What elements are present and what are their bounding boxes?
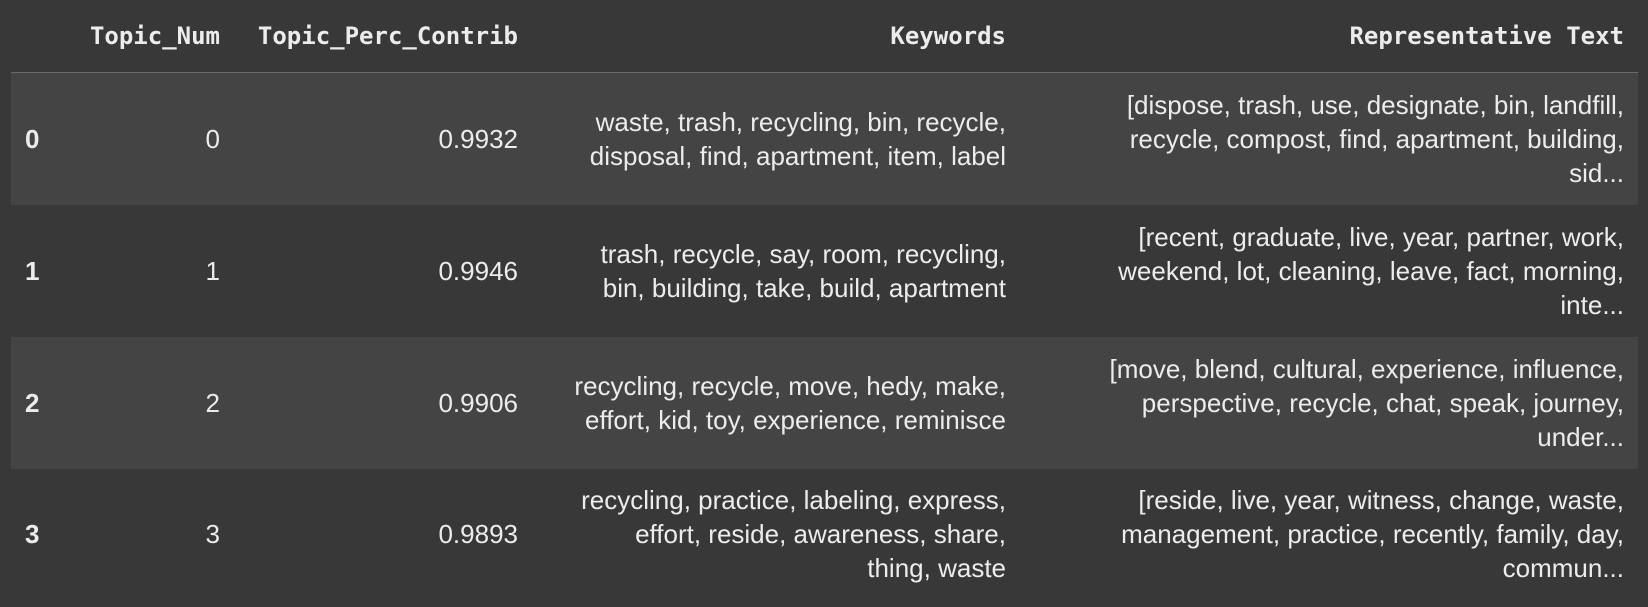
topic-num-cell: 0 [205,123,220,154]
rep-text-line: [reside, live, year, witness, change, wa… [1138,485,1624,515]
keywords-line: thing, waste [867,553,1006,583]
representative-text-cell: [move, blend, cultural, experience, infl… [1020,337,1638,469]
row-index: 0 [25,123,40,154]
keywords-cell: recycling, practice, labeling, express, e… [532,469,1020,600]
dataframe-output: Topic_Num Topic_Perc_Contrib Keywords Re… [11,0,1638,600]
representative-text-cell: [recent, graduate, live, year, partner, … [1020,205,1638,337]
index-header [11,0,71,73]
topic-perc-cell: 0.9946 [438,255,518,286]
topic-perc-cell: 0.9932 [438,123,518,154]
dataframe-table: Topic_Num Topic_Perc_Contrib Keywords Re… [11,0,1638,600]
rep-text-line: weekend, lot, cleaning, leave, fact, mor… [1118,255,1624,286]
keywords-cell: trash, recycle, say, room, recycling, bin… [532,205,1020,337]
rep-text-line: [dispose, trash, use, designate, bin, la… [1126,89,1624,120]
row-index: 3 [25,519,40,549]
rep-text-line: under... [1537,421,1624,452]
keywords-line: bin, building, take, build, apartment [602,272,1006,303]
rep-text-line: sid... [1569,157,1624,188]
keywords-line: waste, trash, recycling, bin, recycle, [595,106,1006,137]
rep-text-line: inte... [1560,289,1624,320]
keywords-line: effort, kid, toy, experience, reminisce [584,404,1006,435]
representative-text-header: Representative Text [1020,0,1638,73]
representative-text-cell: [reside, live, year, witness, change, wa… [1020,469,1638,600]
table-row: 2 2 0.9906 recycling, recycle, move, hed… [11,336,1638,469]
header-row: Topic_Num Topic_Perc_Contrib Keywords Re… [11,0,1638,73]
rep-text-line: recycle, compost, find, apartment, build… [1129,123,1624,154]
topic-num-cell: 1 [205,255,220,286]
topic-num-cell: 3 [205,519,220,549]
keywords-line: recycling, practice, labeling, express, [581,485,1006,515]
rep-text-line: [move, blend, cultural, experience, infl… [1109,353,1624,384]
table-row: 3 3 0.9893 recycling, practice, labeling… [11,468,1638,600]
rep-text-line: perspective, recycle, chat, speak, journ… [1141,387,1624,418]
keywords-line: effort, reside, awareness, share, [635,519,1006,549]
topic-perc-cell: 0.9893 [438,519,518,549]
keywords-line: trash, recycle, say, room, recycling, [600,238,1006,269]
topic-num-header: Topic_Num [71,0,234,73]
table-row: 0 0 0.9932 waste, trash, recycling, bin,… [11,72,1638,205]
keywords-header: Keywords [532,0,1020,73]
keywords-line: disposal, find, apartment, item, label [589,140,1006,171]
rep-text-line: commun... [1502,553,1624,583]
row-index: 1 [25,255,40,286]
rep-text-line: [recent, graduate, live, year, partner, … [1138,221,1624,252]
topic-num-cell: 2 [205,387,220,418]
keywords-cell: recycling, recycle, move, hedy, make, eff… [532,337,1020,469]
table-row: 1 1 0.9946 trash, recycle, say, room, re… [11,204,1638,337]
rep-text-line: management, practice, recently, family, … [1121,519,1624,549]
topic-perc-cell: 0.9906 [438,387,518,418]
keywords-line: recycling, recycle, move, hedy, make, [574,370,1006,401]
keywords-cell: waste, trash, recycling, bin, recycle, di… [532,73,1020,205]
row-index: 2 [25,387,40,418]
topic-perc-contrib-header: Topic_Perc_Contrib [234,0,532,73]
representative-text-cell: [dispose, trash, use, designate, bin, la… [1020,73,1638,205]
